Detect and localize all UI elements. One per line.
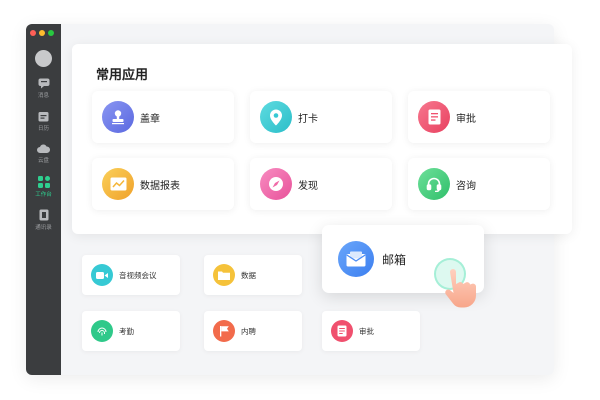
sidebar-item-cloud[interactable]: 云盘 xyxy=(26,144,61,164)
cloud-icon xyxy=(37,144,50,153)
sidebar: 消息 日历 云盘 工作台 通讯录 xyxy=(26,24,61,375)
common-apps-card: 常用应用 盖章 打卡 审批 数据报表 发现 咨询 xyxy=(72,44,572,234)
close-dot[interactable] xyxy=(30,30,36,36)
compass-icon xyxy=(260,168,292,200)
sidebar-item-contacts[interactable]: 通讯录 xyxy=(26,209,61,231)
app-tile-label: 数据报表 xyxy=(140,180,180,192)
app-tile-label: 审批 xyxy=(359,326,374,336)
chart-icon xyxy=(102,168,134,200)
app-tile-approval[interactable]: 审批 xyxy=(408,91,550,143)
sidebar-item-label: 消息 xyxy=(37,93,49,99)
app-tile-label: 邮箱 xyxy=(382,252,407,267)
chat-icon xyxy=(38,78,49,89)
document-icon xyxy=(418,101,450,133)
app-tile-check-in[interactable]: 打卡 xyxy=(250,91,392,143)
app-tile-data[interactable]: 数据 xyxy=(204,255,302,295)
sidebar-item-label: 通讯录 xyxy=(35,225,52,231)
app-tile-stamp[interactable]: 盖章 xyxy=(92,91,234,143)
headset-icon xyxy=(418,168,450,200)
avatar[interactable] xyxy=(35,50,52,67)
maximize-dot[interactable] xyxy=(48,30,54,36)
app-tile-label: 咨询 xyxy=(456,180,476,192)
app-tile-video-meeting[interactable]: 音视频会议 xyxy=(82,255,180,295)
sidebar-item-calendar[interactable]: 日历 xyxy=(26,111,61,132)
flag-icon xyxy=(213,320,235,342)
app-tile-attendance[interactable]: 考勤 xyxy=(82,311,180,351)
common-apps-title: 常用应用 xyxy=(96,68,149,83)
app-tile-label: 打卡 xyxy=(298,113,318,125)
video-icon xyxy=(91,264,113,286)
sidebar-item-label: 云盘 xyxy=(37,158,49,164)
minimize-dot[interactable] xyxy=(39,30,45,36)
sidebar-item-label: 日历 xyxy=(37,126,49,132)
app-tile-data-report[interactable]: 数据报表 xyxy=(92,158,234,210)
app-tile-label: 发现 xyxy=(298,180,318,192)
hand-pointer-icon xyxy=(445,269,476,308)
document-icon xyxy=(331,320,353,342)
app-tile-label: 数据 xyxy=(241,270,256,280)
app-tile-label: 考勤 xyxy=(119,326,134,336)
grid-icon xyxy=(37,176,50,188)
app-tile-consult[interactable]: 咨询 xyxy=(408,158,550,210)
app-tile-discover[interactable]: 发现 xyxy=(250,158,392,210)
stamp-icon xyxy=(102,101,134,133)
folder-icon xyxy=(213,264,235,286)
mail-icon xyxy=(338,241,374,277)
sidebar-item-messages[interactable]: 消息 xyxy=(26,78,61,99)
app-tile-label: 音视频会议 xyxy=(119,270,157,280)
fingerprint-icon xyxy=(91,320,113,342)
contacts-icon xyxy=(39,209,48,221)
app-tile-label: 内聘 xyxy=(241,326,256,336)
sidebar-item-workbench[interactable]: 工作台 xyxy=(26,176,61,198)
window-controls xyxy=(30,30,54,36)
calendar-icon xyxy=(38,112,49,122)
app-tile-label: 盖章 xyxy=(140,113,160,125)
sidebar-item-label: 工作台 xyxy=(35,192,52,198)
app-tile-label: 审批 xyxy=(456,113,476,125)
app-tile-approval-small[interactable]: 审批 xyxy=(322,311,420,351)
location-pin-icon xyxy=(260,101,292,133)
app-tile-internal-hiring[interactable]: 内聘 xyxy=(204,311,302,351)
